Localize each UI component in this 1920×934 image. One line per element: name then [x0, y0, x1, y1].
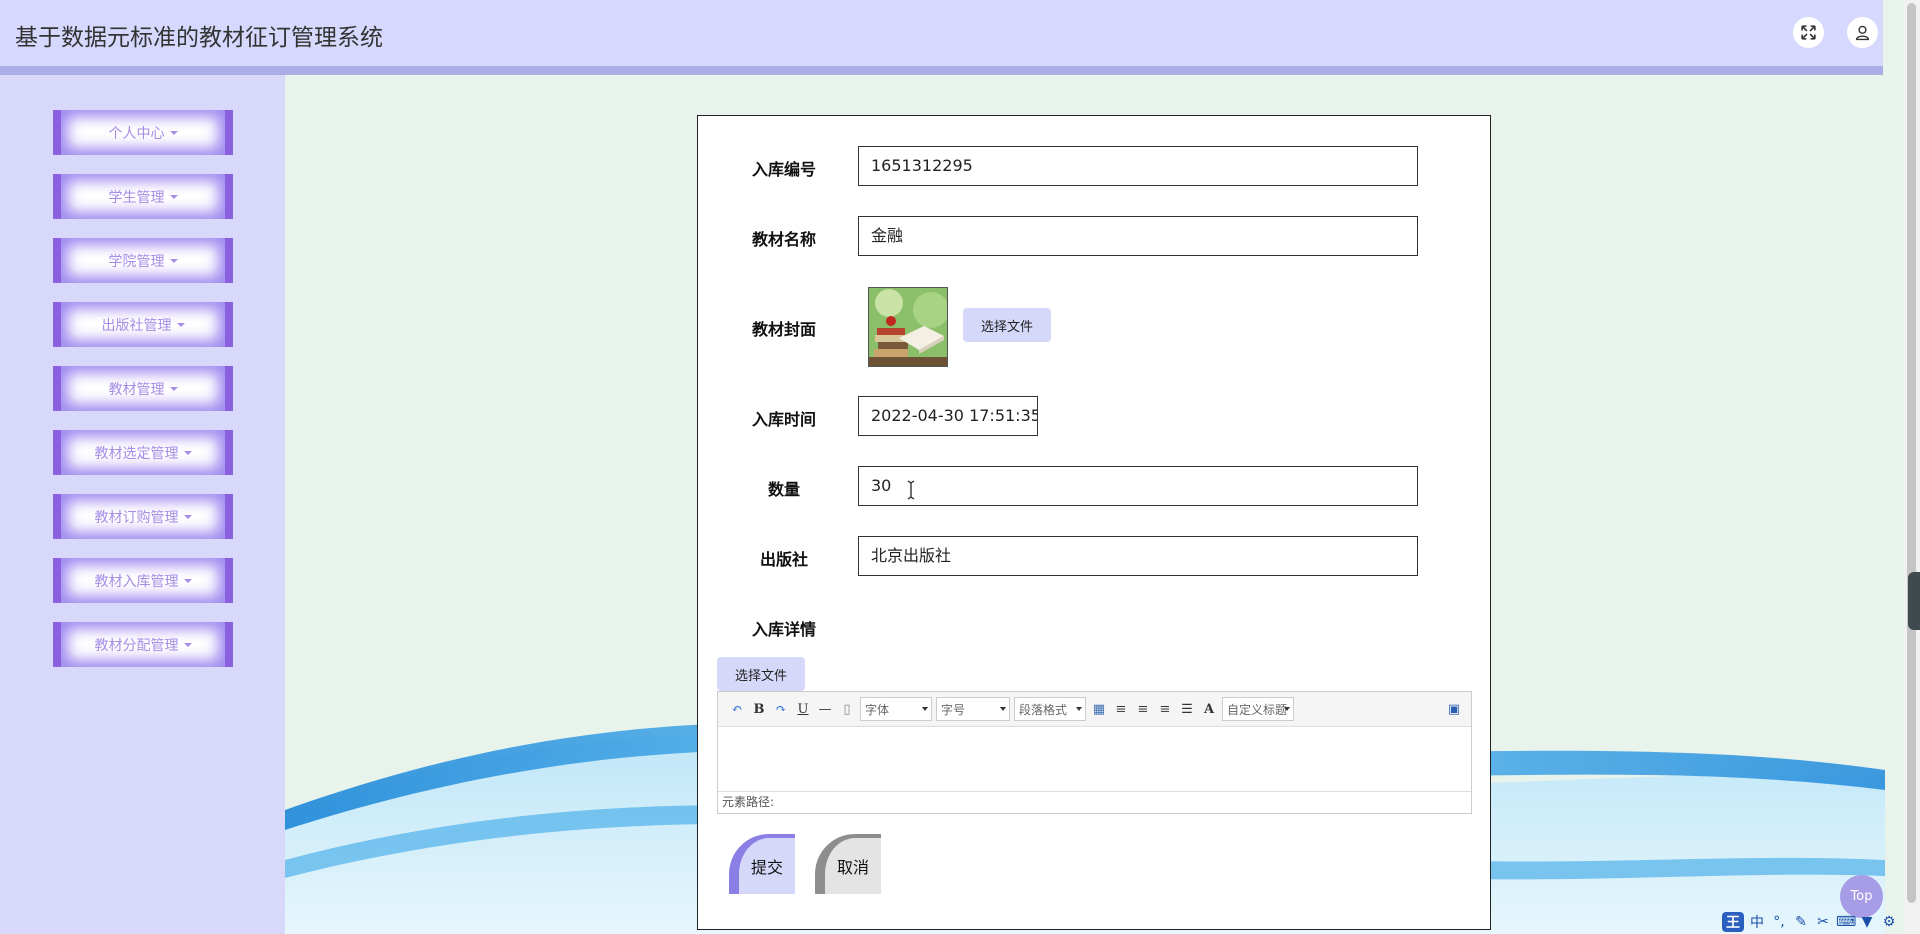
editor-content-area[interactable]: [718, 727, 1471, 791]
sidebar-item-label: 学生管理: [108, 189, 165, 206]
sidebar-item-label: 教材选定管理: [94, 445, 179, 462]
cover-choose-file-button[interactable]: 选择文件: [963, 308, 1051, 342]
custom-title-select[interactable]: 自定义标题: [1222, 697, 1294, 721]
text-cursor-icon: [907, 480, 915, 500]
keyboard-icon[interactable]: ⌨: [1836, 914, 1856, 930]
sidebar: 个人中心 学生管理 学院管理 出版社管理 教材管理 教材选定管理 教材订购管理 …: [0, 75, 285, 934]
sidebar-item-textbooks[interactable]: 教材管理: [53, 366, 233, 411]
sidebar-item-distribution[interactable]: 教材分配管理: [53, 622, 233, 667]
sidebar-item-warehousing[interactable]: 教材入库管理: [53, 558, 233, 603]
cancel-button[interactable]: 取消: [815, 834, 881, 894]
stock-no-label: 入库编号: [751, 160, 816, 179]
paragraph-format-select-value: 段落格式: [1019, 702, 1068, 717]
publisher-label: 出版社: [759, 550, 808, 569]
custom-title-select-value: 自定义标题: [1227, 702, 1288, 717]
sidebar-item-colleges[interactable]: 学院管理: [53, 238, 233, 283]
sidebar-item-personal-center[interactable]: 个人中心: [53, 110, 233, 155]
ime-toolbar: 王 中 °, ✎ ✂ ⌨ ▼ ⚙: [1722, 910, 1920, 934]
name-label: 教材名称: [751, 230, 816, 249]
caret-down-icon: [183, 450, 192, 455]
font-family-select[interactable]: 字体: [860, 697, 932, 721]
bold-button[interactable]: B: [748, 698, 770, 720]
quantity-label: 数量: [767, 480, 800, 499]
align-left-icon[interactable]: ≡: [1110, 698, 1132, 720]
editor-toolbar: ↶ B ↷ U — ▯ 字体 字号 段落格式 ▦ ≡ ≡ ≡ ☰ A 自定义标题…: [718, 692, 1471, 727]
detail-choose-file-button[interactable]: 选择文件: [717, 657, 805, 691]
header-divider: [0, 66, 1883, 75]
sidebar-item-label: 出版社管理: [101, 317, 172, 334]
quantity-field[interactable]: 30: [858, 466, 1418, 506]
app-title: 基于数据元标准的教材征订管理系统: [15, 25, 383, 51]
font-size-select[interactable]: 字号: [936, 697, 1010, 721]
underline-button[interactable]: U: [792, 698, 814, 720]
sidebar-item-ordering[interactable]: 教材订购管理: [53, 494, 233, 539]
ime-logo-icon[interactable]: 王: [1722, 912, 1744, 932]
select-caret-icon: [922, 707, 928, 711]
horizontal-rule-icon[interactable]: —: [814, 698, 836, 720]
select-caret-icon: [1000, 707, 1006, 711]
name-field[interactable]: 金融: [858, 216, 1418, 256]
user-icon: [1855, 25, 1870, 41]
table-icon[interactable]: ▦: [1088, 698, 1110, 720]
time-label: 入库时间: [751, 410, 816, 429]
punctuation-icon[interactable]: °,: [1770, 914, 1788, 930]
expand-icon: [1801, 25, 1816, 40]
element-path: 元素路径:: [718, 791, 1471, 813]
scrollbar-thumb[interactable]: [1907, 3, 1916, 903]
align-center-icon[interactable]: ≡: [1154, 698, 1176, 720]
side-panel-tab[interactable]: [1908, 572, 1920, 630]
font-size-select-value: 字号: [941, 702, 966, 717]
font-color-button[interactable]: A: [1198, 698, 1220, 720]
caret-down-icon: [183, 514, 192, 519]
document-icon[interactable]: ▯: [836, 698, 858, 720]
detail-label: 入库详情: [751, 620, 816, 639]
preview-icon[interactable]: ▣: [1443, 698, 1465, 720]
ime-mode-indicator[interactable]: 中: [1748, 912, 1766, 932]
time-field[interactable]: 2022-04-30 17:51:35: [858, 396, 1038, 436]
skin-icon[interactable]: ▼: [1858, 914, 1876, 930]
rich-text-editor: ↶ B ↷ U — ▯ 字体 字号 段落格式 ▦ ≡ ≡ ≡ ☰ A 自定义标题…: [717, 691, 1472, 814]
redo-icon[interactable]: ↷: [770, 698, 792, 720]
caret-down-icon: [183, 642, 192, 647]
user-button[interactable]: [1847, 17, 1878, 48]
cover-image: [868, 287, 948, 367]
caret-down-icon: [176, 322, 185, 327]
font-family-select-value: 字体: [865, 702, 890, 717]
caret-down-icon: [169, 258, 178, 263]
sidebar-item-publishers[interactable]: 出版社管理: [53, 302, 233, 347]
align-justify-icon[interactable]: ☰: [1176, 698, 1198, 720]
undo-icon[interactable]: ↶: [726, 698, 748, 720]
sidebar-item-label: 个人中心: [108, 125, 165, 142]
publisher-field[interactable]: 北京出版社: [858, 536, 1418, 576]
fullscreen-button[interactable]: [1793, 17, 1824, 48]
sidebar-item-label: 教材入库管理: [94, 573, 179, 590]
caret-down-icon: [169, 386, 178, 391]
caret-down-icon: [183, 578, 192, 583]
stock-no-field[interactable]: 1651312295: [858, 146, 1418, 186]
stock-in-form: 入库编号 1651312295 教材名称 金融 教材封面 选择文件 入库时间 2…: [697, 115, 1491, 930]
cover-label: 教材封面: [751, 320, 816, 339]
sidebar-item-students[interactable]: 学生管理: [53, 174, 233, 219]
sidebar-item-label: 学院管理: [108, 253, 165, 270]
select-caret-icon: [1076, 707, 1082, 711]
paragraph-format-select[interactable]: 段落格式: [1014, 697, 1086, 721]
scissors-icon[interactable]: ✂: [1814, 914, 1832, 930]
submit-button[interactable]: 提交: [729, 834, 795, 894]
settings-icon[interactable]: ⚙: [1880, 914, 1898, 930]
sidebar-item-label: 教材分配管理: [94, 637, 179, 654]
align-right-icon[interactable]: ≡: [1132, 698, 1154, 720]
sidebar-item-label: 教材管理: [108, 381, 165, 398]
handwriting-icon[interactable]: ✎: [1792, 914, 1810, 930]
caret-down-icon: [169, 194, 178, 199]
sidebar-item-label: 教材订购管理: [94, 509, 179, 526]
select-caret-icon: [1284, 707, 1290, 711]
top-header: 基于数据元标准的教材征订管理系统: [0, 0, 1883, 66]
book-cover-thumbnail: [869, 288, 947, 366]
caret-down-icon: [169, 130, 178, 135]
sidebar-item-selection[interactable]: 教材选定管理: [53, 430, 233, 475]
